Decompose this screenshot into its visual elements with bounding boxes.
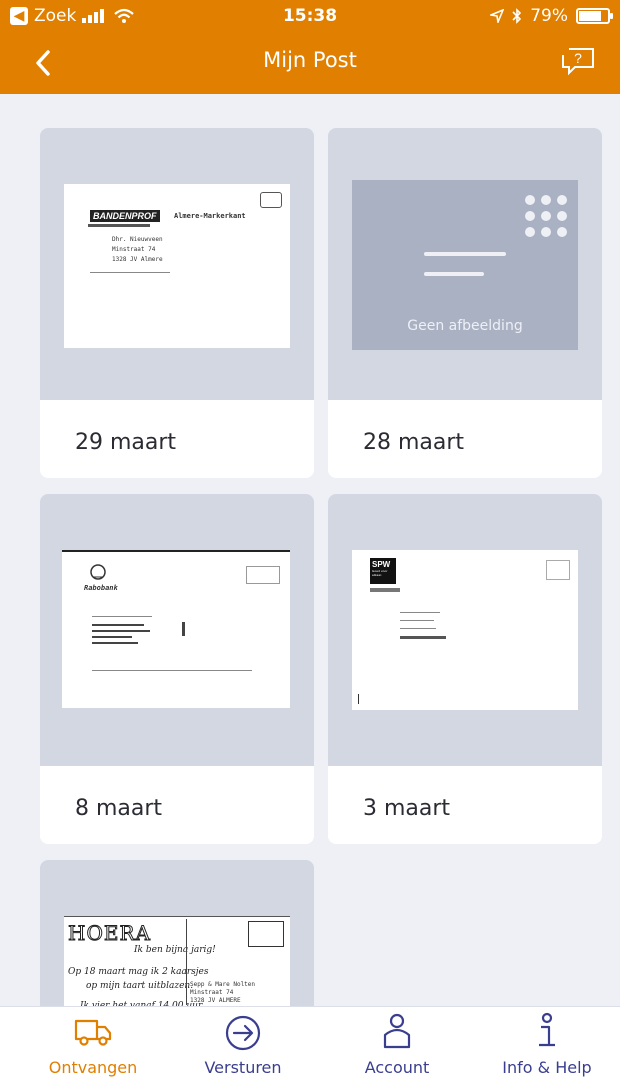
no-image-label: Geen afbeelding: [407, 318, 523, 334]
letter-logo: BANDENPROF: [90, 210, 160, 222]
mail-date: 8 maart: [75, 796, 163, 821]
letter-address-city: 1328 JV Almere: [112, 256, 163, 263]
send-arrow-icon: [225, 1015, 261, 1051]
person-icon: [383, 1013, 411, 1049]
card-address-street: Minstraat 74: [190, 989, 234, 996]
rabobank-logo-icon: [90, 564, 106, 580]
stamp-box: [246, 566, 280, 584]
location-icon: [490, 9, 505, 23]
card-line2: Op 18 maart mag ik 2 kaarsjes: [68, 967, 209, 977]
card-address-name: Sepp & Mare Nolten: [190, 981, 256, 988]
scanned-letter: Rabobank: [62, 550, 290, 708]
tab-label: Ontvangen: [48, 1058, 138, 1077]
mail-thumbnail: Geen afbeelding: [328, 128, 602, 400]
letter-rule: [400, 620, 434, 621]
mail-thumbnail: SPW Goed voor elkaar.: [328, 494, 602, 766]
card-divider: [186, 919, 187, 1005]
tab-info-help[interactable]: Info & Help: [472, 1007, 620, 1080]
letter-address-street: Minstraat 74: [112, 246, 156, 253]
letter-rule: [90, 272, 170, 273]
card-heading: HOERA: [68, 921, 151, 946]
page-title: Mijn Post: [263, 48, 357, 72]
delivery-van-icon: [74, 1019, 112, 1046]
mail-card[interactable]: BANDENPROF Almere-Markerkant Dhr. Nieuwv…: [40, 128, 314, 478]
battery-percent: 79%: [530, 6, 568, 26]
spw-logo: SPW Goed voor elkaar.: [370, 558, 396, 584]
mail-card[interactable]: Rabobank 8 maart: [40, 494, 314, 844]
card-line3: op mijn taart uitblazen.: [86, 981, 194, 991]
letter-rule: [358, 694, 359, 704]
letter-sublogo: Goed voor elkaar.: [372, 569, 388, 577]
letter-logo: Rabobank: [84, 584, 118, 592]
letter-rule: [400, 628, 436, 629]
bluetooth-icon: [512, 8, 522, 24]
letter-sender: Almere-Markerkant: [174, 212, 246, 220]
mail-thumbnail: Rabobank: [40, 494, 314, 766]
card-address-city: 1328 JV ALMERE: [190, 997, 241, 1004]
info-icon: [539, 1012, 555, 1047]
tab-versturen[interactable]: Versturen: [168, 1007, 318, 1080]
mail-date: 3 maart: [363, 796, 451, 821]
tab-label: Account: [364, 1058, 430, 1077]
letter-rule: [400, 612, 440, 613]
letter-rule: [92, 636, 132, 638]
letter-rule: [88, 224, 150, 227]
letter-rule: [92, 624, 144, 626]
no-image-placeholder: Geen afbeelding: [352, 180, 578, 350]
status-bar: ◀ Zoek 15:38 79%: [0, 0, 620, 34]
tab-account[interactable]: Account: [322, 1007, 472, 1080]
letter-rule: [92, 642, 138, 644]
battery-icon: [576, 8, 613, 24]
mail-date: 29 maart: [75, 430, 177, 455]
letter-rule: [182, 622, 185, 636]
letter-address-name: Dhr. Nieuwveen: [112, 236, 163, 243]
tab-bar: Ontvangen Versturen Account Info & Help: [0, 1006, 620, 1080]
help-chat-icon[interactable]: ?: [560, 44, 596, 78]
letter-rule: [92, 630, 150, 632]
letter-rule: [400, 636, 446, 639]
letter-logo: SPW: [372, 560, 391, 569]
stamp-box: [546, 560, 570, 580]
mail-card[interactable]: SPW Goed voor elkaar. 3 maart: [328, 494, 602, 844]
tab-label: Versturen: [204, 1058, 282, 1077]
scanned-letter: SPW Goed voor elkaar.: [352, 550, 578, 710]
envelope-placeholder-icon: [424, 195, 567, 276]
mail-date: 28 maart: [363, 430, 465, 455]
letter-rule: [92, 670, 252, 671]
top-bar: ◀ Zoek 15:38 79% Mijn Post ?: [0, 0, 620, 94]
letter-rule: [92, 616, 152, 617]
mail-card[interactable]: Geen afbeelding 28 maart: [328, 128, 602, 478]
card-line1: Ik ben bijna jarig!: [134, 945, 216, 955]
tab-ontvangen[interactable]: Ontvangen: [18, 1007, 168, 1080]
stamp-box: [248, 921, 284, 947]
scanned-letter: BANDENPROF Almere-Markerkant Dhr. Nieuwv…: [64, 184, 290, 348]
stamp-box: [260, 192, 282, 208]
mail-thumbnail: BANDENPROF Almere-Markerkant Dhr. Nieuwv…: [40, 128, 314, 400]
tab-label: Info & Help: [502, 1058, 592, 1077]
svg-text:?: ?: [574, 50, 582, 66]
letter-rule: [370, 588, 400, 592]
